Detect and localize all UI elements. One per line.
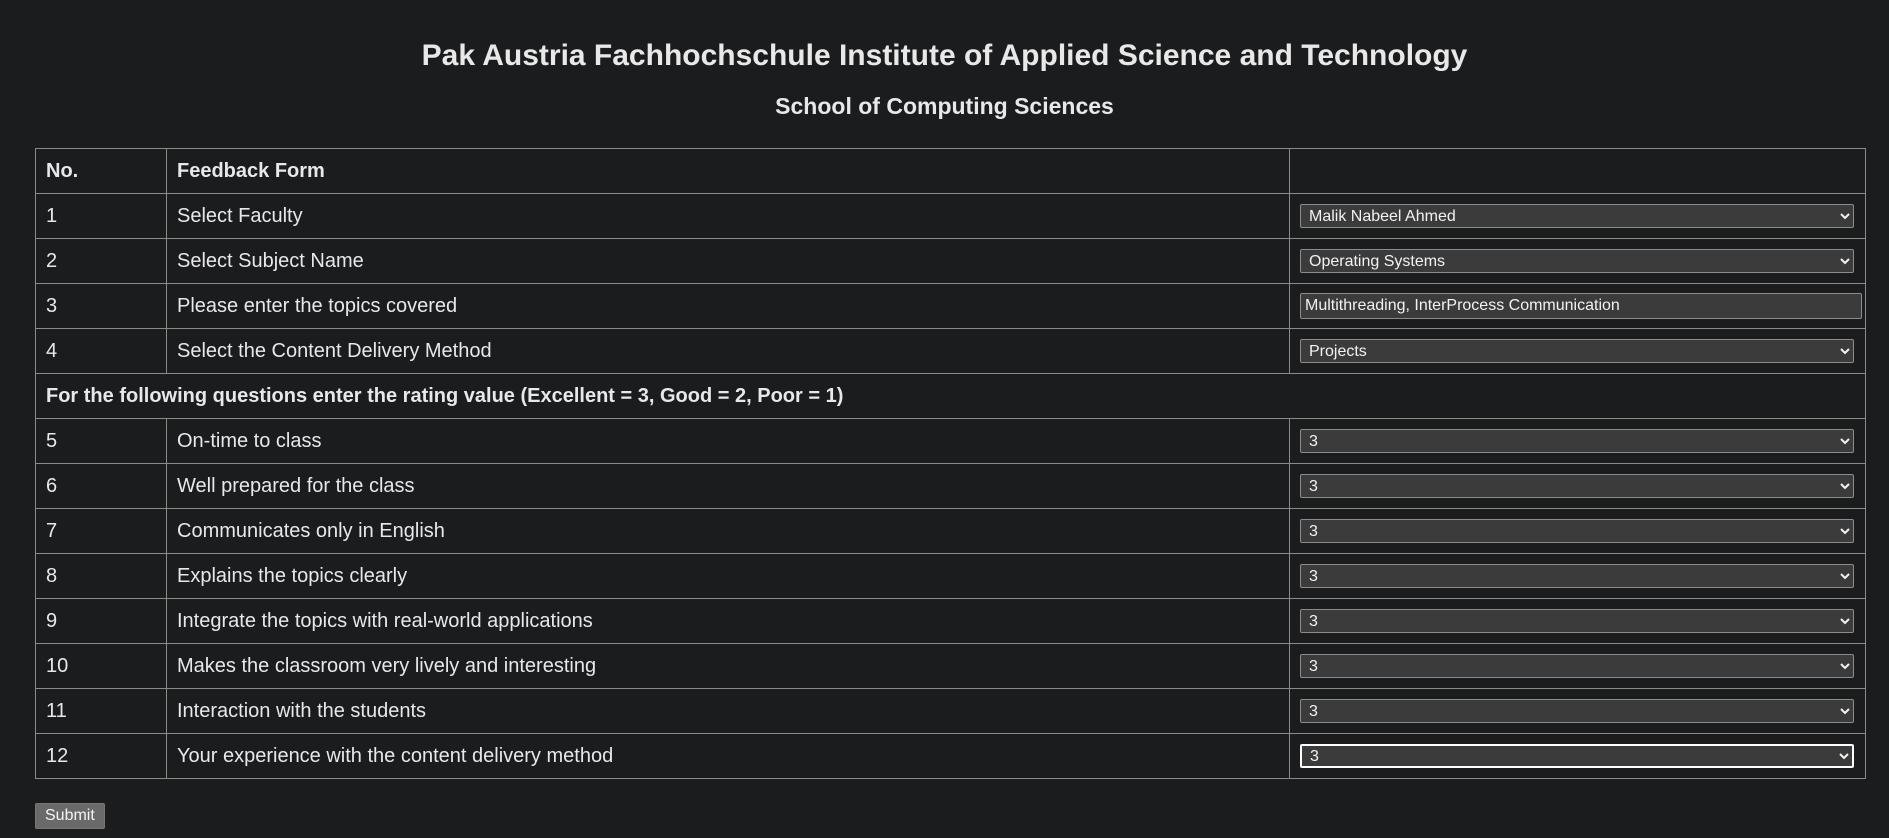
- row-control-cell: Malik Nabeel Ahmed: [1289, 193, 1866, 239]
- row-control-cell: 3: [1289, 598, 1866, 644]
- rating-select-explains-clearly[interactable]: 3: [1300, 564, 1854, 589]
- row-label: Select Faculty: [166, 193, 1290, 239]
- row-control-cell: 3: [1289, 463, 1866, 509]
- page-header: Pak Austria Fachhochschule Institute of …: [0, 0, 1889, 121]
- column-header-no: No.: [35, 148, 167, 194]
- table-row: 2 Select Subject Name Operating Systems: [35, 238, 1866, 284]
- row-number: 9: [35, 598, 167, 644]
- column-header-empty: [1289, 148, 1866, 194]
- row-label: Makes the classroom very lively and inte…: [166, 643, 1290, 689]
- row-number: 1: [35, 193, 167, 239]
- row-control-cell: 3: [1289, 553, 1866, 599]
- row-number: 3: [35, 283, 167, 329]
- content-delivery-method-select[interactable]: Projects: [1300, 339, 1854, 364]
- row-label: Explains the topics clearly: [166, 553, 1290, 599]
- table-row: 1 Select Faculty Malik Nabeel Ahmed: [35, 193, 1866, 239]
- row-control-cell: 3: [1289, 418, 1866, 464]
- rating-select-english[interactable]: 3: [1300, 519, 1854, 544]
- row-number: 11: [35, 688, 167, 734]
- rating-select-lively[interactable]: 3: [1300, 654, 1854, 679]
- table-row: 4 Select the Content Delivery Method Pro…: [35, 328, 1866, 374]
- table-row: 5 On-time to class 3: [35, 418, 1866, 464]
- table-row: 10 Makes the classroom very lively and i…: [35, 643, 1866, 689]
- table-row: 9 Integrate the topics with real-world a…: [35, 598, 1866, 644]
- row-control-cell: [1289, 283, 1866, 329]
- table-row: 6 Well prepared for the class 3: [35, 463, 1866, 509]
- column-header-feedback-form: Feedback Form: [166, 148, 1290, 194]
- row-label: Select the Content Delivery Method: [166, 328, 1290, 374]
- table-header-row: No. Feedback Form: [35, 148, 1866, 194]
- rating-instruction: For the following questions enter the ra…: [35, 373, 1866, 419]
- row-control-cell: Operating Systems: [1289, 238, 1866, 284]
- row-label: Your experience with the content deliver…: [166, 733, 1290, 779]
- row-number: 7: [35, 508, 167, 554]
- row-label: Well prepared for the class: [166, 463, 1290, 509]
- row-number: 12: [35, 733, 167, 779]
- row-label: Integrate the topics with real-world app…: [166, 598, 1290, 644]
- table-row: 11 Interaction with the students 3: [35, 688, 1866, 734]
- school-subtitle: School of Computing Sciences: [775, 93, 1114, 119]
- topics-covered-input[interactable]: [1300, 293, 1862, 319]
- row-control-cell: Projects: [1289, 328, 1866, 374]
- row-number: 6: [35, 463, 167, 509]
- rating-select-real-world[interactable]: 3: [1300, 609, 1854, 634]
- submit-button[interactable]: Submit: [35, 803, 105, 829]
- table-row: 8 Explains the topics clearly 3: [35, 553, 1866, 599]
- rating-instruction-row: For the following questions enter the ra…: [35, 373, 1866, 419]
- row-label: Interaction with the students: [166, 688, 1290, 734]
- rating-select-well-prepared[interactable]: 3: [1300, 474, 1854, 499]
- rating-select-interaction[interactable]: 3: [1300, 699, 1854, 724]
- row-control-cell: 3: [1289, 508, 1866, 554]
- row-control-cell: 3: [1289, 643, 1866, 689]
- rating-select-on-time[interactable]: 3: [1300, 429, 1854, 454]
- row-number: 5: [35, 418, 167, 464]
- institute-title: Pak Austria Fachhochschule Institute of …: [421, 39, 1468, 72]
- row-number: 4: [35, 328, 167, 374]
- table-row: 3 Please enter the topics covered: [35, 283, 1866, 329]
- row-label: Communicates only in English: [166, 508, 1290, 554]
- row-number: 2: [35, 238, 167, 284]
- row-number: 10: [35, 643, 167, 689]
- rating-select-delivery-experience[interactable]: 3: [1300, 744, 1854, 769]
- row-label: Select Subject Name: [166, 238, 1290, 284]
- row-label: Please enter the topics covered: [166, 283, 1290, 329]
- faculty-select[interactable]: Malik Nabeel Ahmed: [1300, 204, 1854, 229]
- feedback-form-table: No. Feedback Form 1 Select Faculty Malik…: [35, 148, 1866, 779]
- row-number: 8: [35, 553, 167, 599]
- table-row: 12 Your experience with the content deli…: [35, 733, 1866, 779]
- subject-select[interactable]: Operating Systems: [1300, 249, 1854, 274]
- row-label: On-time to class: [166, 418, 1290, 464]
- row-control-cell: 3: [1289, 733, 1866, 779]
- table-row: 7 Communicates only in English 3: [35, 508, 1866, 554]
- row-control-cell: 3: [1289, 688, 1866, 734]
